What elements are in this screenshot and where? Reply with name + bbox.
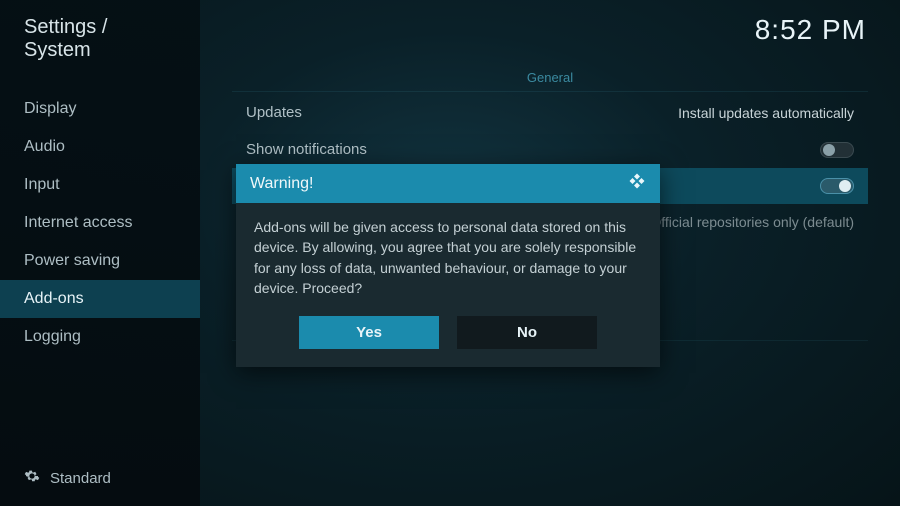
sidebar-item-audio[interactable]: Audio (0, 128, 200, 166)
warning-dialog: Warning! Add-ons will be given access to… (236, 164, 660, 367)
toggle-unknown-sources[interactable] (820, 178, 854, 194)
sidebar-item-display[interactable]: Display (0, 90, 200, 128)
kodi-icon (628, 172, 646, 195)
setting-updates-label: Updates (246, 104, 678, 121)
sidebar-item-internet-access[interactable]: Internet access (0, 204, 200, 242)
setting-updates-value: Install updates automatically (678, 105, 854, 121)
dialog-body: Add-ons will be given access to personal… (236, 203, 660, 308)
sidebar-item-logging[interactable]: Logging (0, 318, 200, 356)
setting-update-sources-value: Official repositories only (default) (650, 214, 854, 230)
sidebar-item-input[interactable]: Input (0, 166, 200, 204)
dialog-title: Warning! (250, 175, 313, 193)
dialog-title-bar: Warning! (236, 164, 660, 203)
setting-updates[interactable]: Updates Install updates automatically (232, 94, 868, 131)
yes-button[interactable]: Yes (299, 316, 439, 349)
clock: 8:52 PM (755, 14, 866, 46)
sidebar: Settings / System Display Audio Input In… (0, 0, 200, 506)
breadcrumb: Settings / System (0, 16, 200, 90)
gear-icon (24, 468, 40, 488)
section-header-general: General (232, 64, 868, 92)
sidebar-item-add-ons[interactable]: Add-ons (0, 280, 200, 318)
setting-show-notifications[interactable]: Show notifications (232, 131, 868, 168)
setting-show-notifications-label: Show notifications (246, 141, 820, 158)
toggle-show-notifications[interactable] (820, 142, 854, 158)
no-button[interactable]: No (457, 316, 597, 349)
settings-level-label: Standard (50, 470, 111, 487)
sidebar-item-power-saving[interactable]: Power saving (0, 242, 200, 280)
settings-level[interactable]: Standard (0, 450, 200, 506)
